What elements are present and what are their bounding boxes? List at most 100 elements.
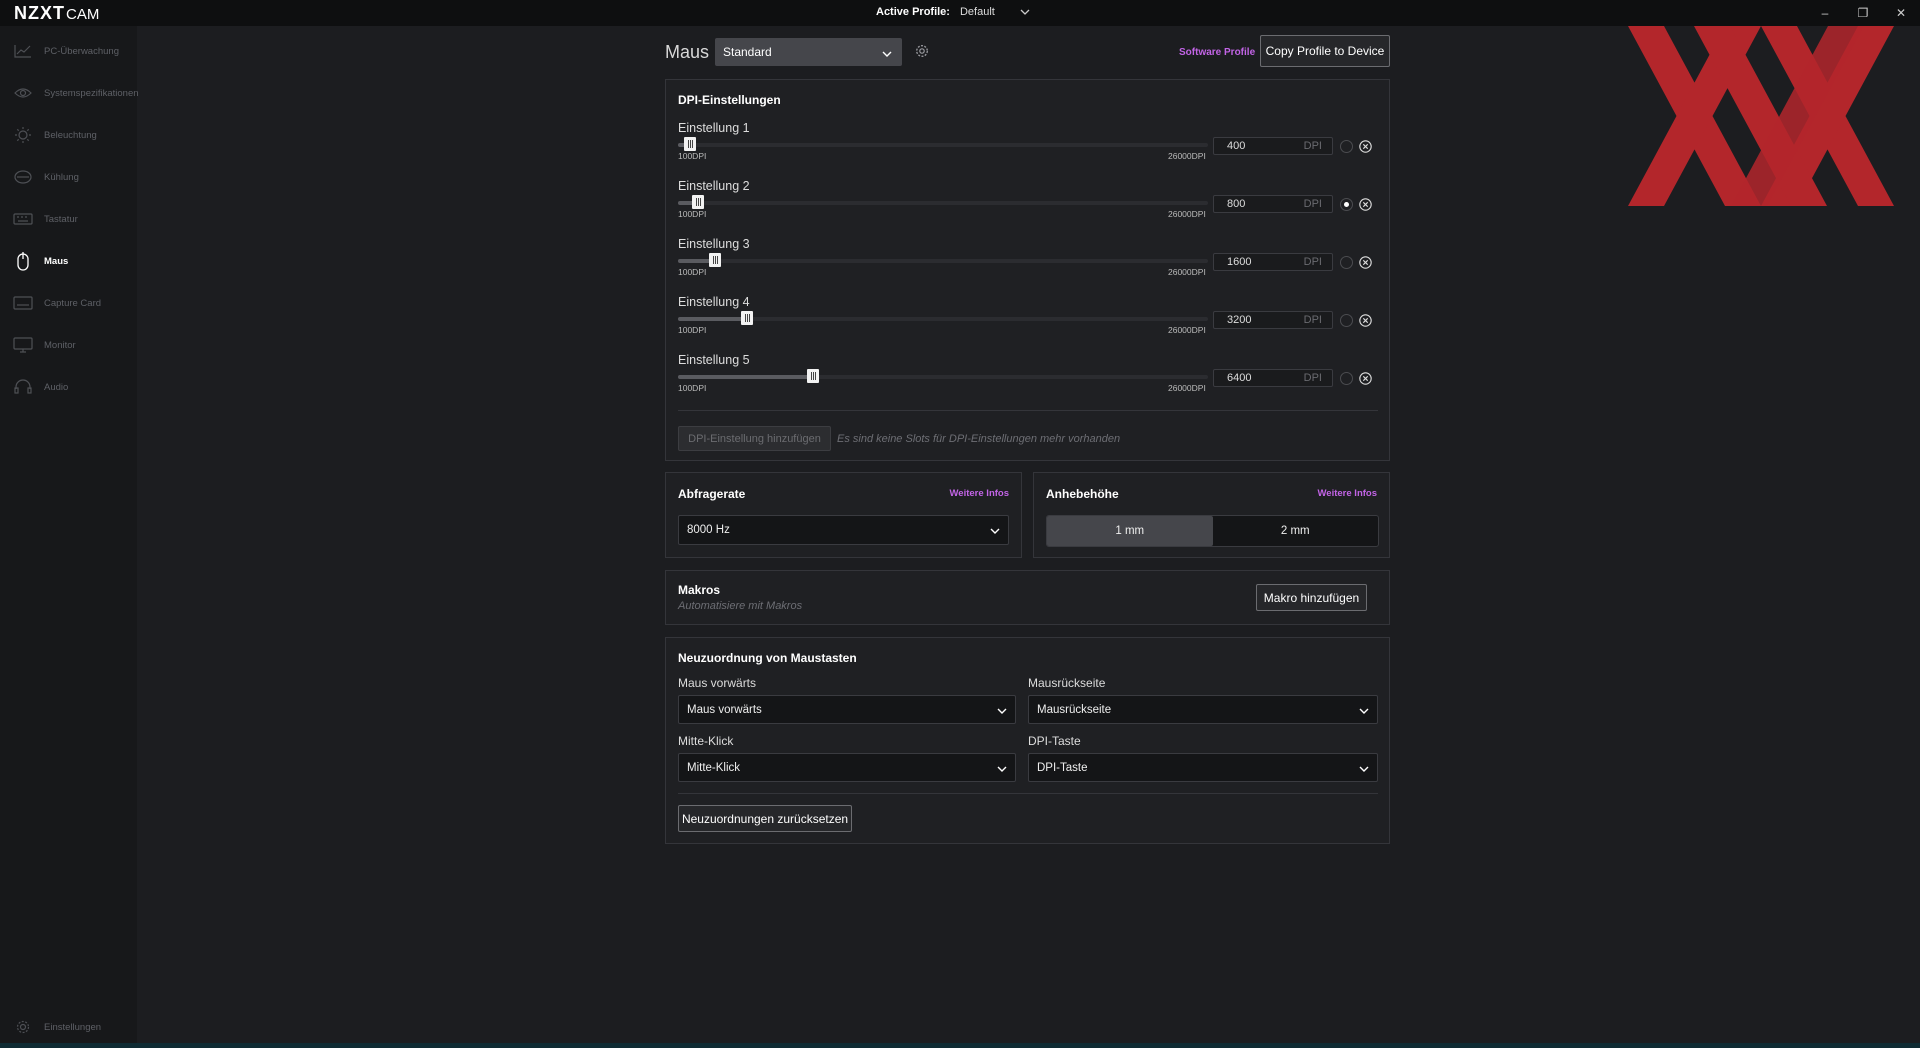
remove-circle-icon[interactable] — [1359, 140, 1372, 153]
remap-select-dpi-button[interactable]: DPI-Taste — [1028, 753, 1378, 782]
remap-select-middle-click[interactable]: Mitte-Klick — [678, 753, 1016, 782]
dpi-min-label: 100DPI — [678, 267, 707, 277]
lift-option-2mm[interactable]: 2 mm — [1213, 516, 1379, 546]
sidebar-item-settings[interactable]: Einstellungen — [0, 1012, 137, 1042]
sidebar-item-label: Einstellungen — [44, 1021, 102, 1033]
remove-circle-icon[interactable] — [1359, 256, 1372, 269]
add-dpi-setting-button[interactable]: DPI-Einstellung hinzufügen — [678, 426, 831, 451]
title-bar: NZXT CAM Active Profile: Default – ❐ ✕ — [0, 0, 1920, 26]
profile-select[interactable]: Standard — [715, 38, 902, 66]
sidebar-item-cooling[interactable]: Kühlung — [0, 162, 137, 192]
chevron-down-icon — [882, 46, 892, 60]
dpi-value: 3200 — [1227, 314, 1252, 326]
sidebar-item-system-specs[interactable]: Systemspezifikationen — [0, 78, 139, 108]
remove-circle-icon[interactable] — [1359, 372, 1372, 385]
dpi-panel-title: DPI-Einstellungen — [678, 93, 781, 107]
dpi-slider-fill — [678, 317, 747, 321]
sidebar-item-mouse[interactable]: Maus — [0, 246, 137, 276]
active-profile-value[interactable]: Default — [960, 6, 1020, 18]
dpi-slider-thumb[interactable] — [741, 311, 753, 325]
add-macro-button[interactable]: Makro hinzufügen — [1256, 584, 1367, 611]
gear-icon[interactable] — [915, 44, 931, 60]
sidebar-item-label: Systemspezifikationen — [44, 87, 139, 99]
dpi-value-input[interactable]: 6400 DPI — [1213, 369, 1333, 387]
dpi-slider-track[interactable] — [678, 195, 1208, 209]
dpi-slider-fill — [678, 375, 813, 379]
dpi-slider-track[interactable] — [678, 137, 1208, 151]
dpi-value: 400 — [1227, 140, 1246, 152]
dpi-value-input[interactable]: 1600 DPI — [1213, 253, 1333, 271]
remap-select-back[interactable]: Mausrückseite — [1028, 695, 1378, 724]
dpi-active-radio[interactable] — [1340, 256, 1353, 269]
software-profile-link[interactable]: Software Profile — [1179, 47, 1255, 58]
macros-subtitle: Automatisiere mit Makros — [678, 600, 803, 612]
dpi-slider-track[interactable] — [678, 369, 1208, 383]
sun-icon — [13, 125, 33, 145]
sidebar-item-capture-card[interactable]: Capture Card — [0, 288, 137, 318]
sidebar-item-label: Beleuchtung — [44, 129, 97, 141]
chevron-down-icon — [1359, 705, 1369, 717]
dpi-value: 800 — [1227, 198, 1246, 210]
mouse-icon — [13, 251, 33, 271]
close-button[interactable]: ✕ — [1882, 0, 1920, 26]
divider — [678, 410, 1378, 411]
sidebar-item-lighting[interactable]: Beleuchtung — [0, 120, 137, 150]
sidebar-item-label: Capture Card — [44, 297, 102, 309]
sidebar-item-keyboard[interactable]: Tastatur — [0, 204, 137, 234]
remap-field-label: DPI-Taste — [1028, 734, 1081, 748]
remap-select-value: DPI-Taste — [1037, 761, 1088, 774]
dpi-active-radio[interactable] — [1340, 198, 1353, 211]
chevron-down-icon[interactable] — [1020, 7, 1030, 18]
polling-rate-select[interactable]: 8000 Hz — [678, 515, 1009, 545]
dpi-active-radio[interactable] — [1340, 140, 1353, 153]
sidebar-item-pc-monitoring[interactable]: PC-Überwachung — [0, 36, 137, 66]
dpi-slider-track[interactable] — [678, 253, 1208, 267]
dpi-value-input[interactable]: 400 DPI — [1213, 137, 1333, 155]
polling-more-info-link[interactable]: Weitere Infos — [950, 488, 1009, 499]
remove-circle-icon[interactable] — [1359, 198, 1372, 211]
sidebar: PC-Überwachung Systemspezifikationen Bel… — [0, 26, 139, 1045]
dpi-setting-label: Einstellung 3 — [678, 237, 750, 251]
active-profile-selector[interactable]: Active Profile: Default — [876, 6, 1030, 18]
sidebar-item-monitor[interactable]: Monitor — [0, 330, 137, 360]
copy-profile-button[interactable]: Copy Profile to Device — [1260, 35, 1390, 67]
lift-off-panel: Anhebehöhe Weitere Infos 1 mm 2 mm — [1033, 472, 1390, 558]
dpi-unit: DPI — [1303, 314, 1322, 326]
headset-icon — [13, 377, 33, 397]
cooler-icon — [13, 167, 33, 187]
active-profile-label: Active Profile: — [876, 6, 950, 18]
button-remap-panel: Neuzuordnung von Maustasten Maus vorwärt… — [665, 637, 1390, 844]
minimize-button[interactable]: – — [1806, 0, 1844, 26]
dpi-value-input[interactable]: 3200 DPI — [1213, 311, 1333, 329]
dpi-unit: DPI — [1303, 372, 1322, 384]
lift-option-1mm[interactable]: 1 mm — [1047, 516, 1213, 546]
sidebar-item-label: Audio — [44, 381, 69, 393]
dpi-slider-track[interactable] — [678, 311, 1208, 325]
dpi-active-radio[interactable] — [1340, 372, 1353, 385]
sidebar-item-label: Tastatur — [44, 213, 78, 225]
bottom-strip — [0, 1043, 1920, 1048]
dpi-max-label: 26000DPI — [1168, 151, 1206, 161]
lift-more-info-link[interactable]: Weitere Infos — [1318, 488, 1377, 499]
sidebar-item-label: PC-Überwachung — [44, 45, 119, 57]
dpi-unit: DPI — [1303, 140, 1322, 152]
dpi-slider-thumb[interactable] — [692, 195, 704, 209]
profile-select-value: Standard — [723, 45, 772, 59]
dpi-min-label: 100DPI — [678, 325, 707, 335]
dpi-setting-row: Einstellung 3 100DPI 26000DPI 1600 DPI — [678, 237, 1378, 287]
sidebar-item-audio[interactable]: Audio — [0, 372, 137, 402]
dpi-min-label: 100DPI — [678, 151, 707, 161]
chevron-down-icon — [997, 705, 1007, 717]
remove-circle-icon[interactable] — [1359, 314, 1372, 327]
dpi-max-label: 26000DPI — [1168, 209, 1206, 219]
dpi-slider-thumb[interactable] — [807, 369, 819, 383]
reset-remap-button[interactable]: Neuzuordnungen zurücksetzen — [678, 805, 852, 832]
restore-button[interactable]: ❐ — [1844, 0, 1882, 26]
remap-select-forward[interactable]: Maus vorwärts — [678, 695, 1016, 724]
keyboard-icon — [13, 209, 33, 229]
dpi-slider-thumb[interactable] — [684, 137, 696, 151]
dpi-slider-thumb[interactable] — [709, 253, 721, 267]
remap-field-label: Maus vorwärts — [678, 676, 757, 690]
dpi-value-input[interactable]: 800 DPI — [1213, 195, 1333, 213]
dpi-active-radio[interactable] — [1340, 314, 1353, 327]
